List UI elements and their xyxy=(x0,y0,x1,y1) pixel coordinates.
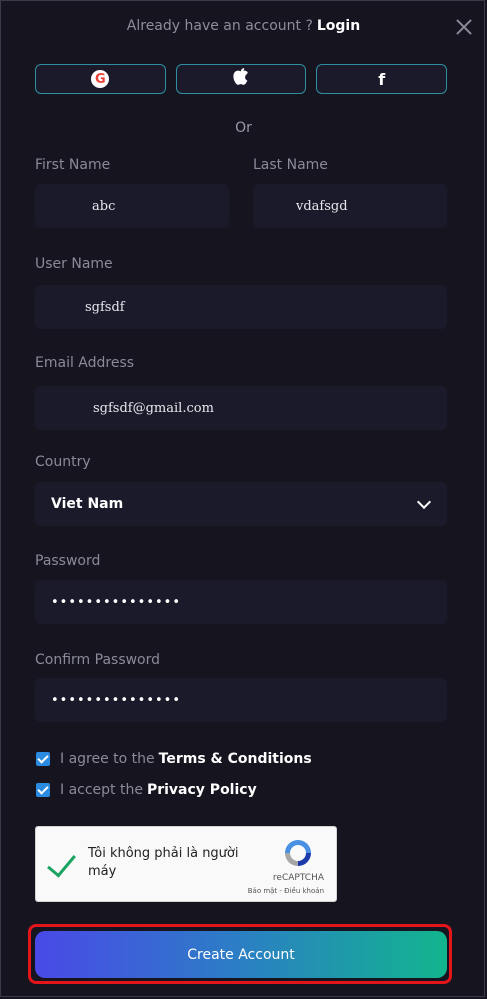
captcha-terms-link[interactable]: Bảo mật - Điều khoản xyxy=(248,887,324,895)
terms-checkbox[interactable] xyxy=(36,752,50,766)
facebook-login-button[interactable]: f xyxy=(316,64,448,94)
last-name-label: Last Name xyxy=(253,157,328,173)
or-divider: Or xyxy=(235,120,252,136)
country-value: Viet Nam xyxy=(51,496,124,512)
terms-agreement: I agree to the Terms & Conditions xyxy=(36,751,312,767)
login-prompt-text: Already have an account ? xyxy=(126,18,313,34)
password-value: ••••••••••••••• xyxy=(51,594,182,610)
login-link[interactable]: Login xyxy=(317,18,360,34)
first-name-value: abc xyxy=(92,198,116,214)
email-value: sgfsdf@gmail.com xyxy=(93,400,214,416)
first-name-label: First Name xyxy=(35,157,111,173)
recaptcha-logo-icon xyxy=(282,837,314,869)
password-label: Password xyxy=(35,553,101,569)
password-field[interactable]: ••••••••••••••• xyxy=(35,580,447,624)
last-name-field[interactable]: vdafsgd xyxy=(253,184,447,228)
chevron-down-icon xyxy=(416,494,432,510)
confirm-password-label: Confirm Password xyxy=(35,652,161,668)
email-label: Email Address xyxy=(35,355,135,371)
recaptcha-widget: Tôi không phải là người máy reCAPTCHA Bả… xyxy=(35,826,337,902)
user-name-field[interactable]: sgfsdf xyxy=(35,285,447,329)
captcha-checkmark-icon[interactable] xyxy=(47,847,76,878)
privacy-checkbox[interactable] xyxy=(36,783,50,797)
country-select[interactable]: Viet Nam xyxy=(35,482,447,526)
apple-icon xyxy=(233,68,249,90)
first-name-field[interactable]: abc xyxy=(35,184,229,228)
close-icon[interactable] xyxy=(455,18,473,36)
privacy-link[interactable]: Privacy Policy xyxy=(147,782,257,798)
google-login-button[interactable]: G xyxy=(35,64,166,94)
captcha-brand: reCAPTCHA xyxy=(272,873,324,883)
social-login-row: G f xyxy=(35,64,448,94)
facebook-icon: f xyxy=(378,69,386,89)
user-name-value: sgfsdf xyxy=(85,299,125,315)
confirm-password-value: ••••••••••••••• xyxy=(51,692,182,708)
privacy-prefix: I accept the xyxy=(60,782,143,798)
create-account-button[interactable]: Create Account xyxy=(35,931,447,978)
login-prompt: Already have an account ? Login xyxy=(0,18,487,34)
terms-prefix: I agree to the xyxy=(60,751,155,767)
last-name-value: vdafsgd xyxy=(296,198,348,214)
confirm-password-field[interactable]: ••••••••••••••• xyxy=(35,678,447,722)
apple-login-button[interactable] xyxy=(175,64,307,94)
terms-link[interactable]: Terms & Conditions xyxy=(159,751,312,767)
google-icon: G xyxy=(91,70,110,88)
country-label: Country xyxy=(35,454,91,470)
user-name-label: User Name xyxy=(35,256,113,272)
email-field[interactable]: sgfsdf@gmail.com xyxy=(35,386,447,430)
captcha-text: Tôi không phải là người máy xyxy=(88,846,239,879)
privacy-agreement: I accept the Privacy Policy xyxy=(36,782,257,798)
